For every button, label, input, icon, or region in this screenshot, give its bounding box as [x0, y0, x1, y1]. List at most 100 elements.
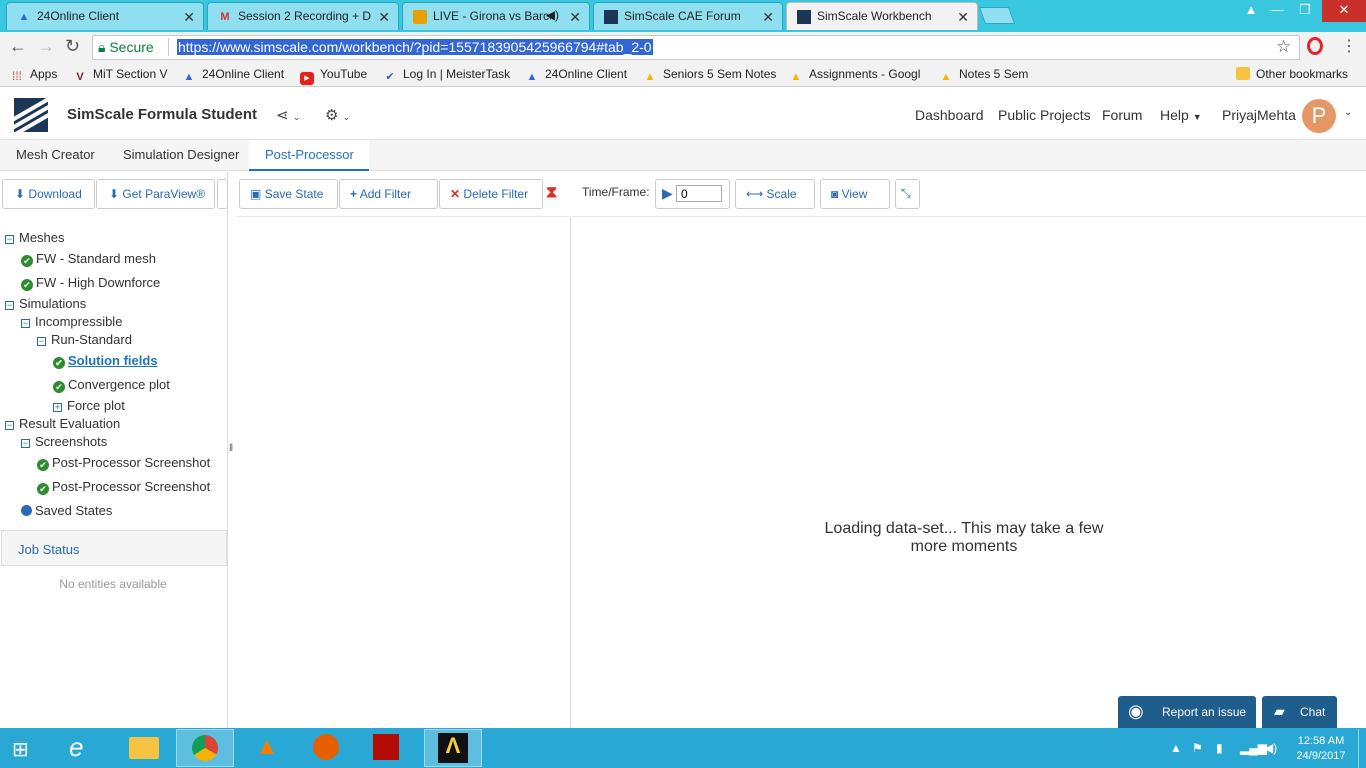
- tree-simulations[interactable]: − Simulations: [5, 296, 86, 311]
- bookmark-assignments[interactable]: ▲ Assignments - Googl: [789, 67, 926, 84]
- clear-filter-icon[interactable]: ⧗: [546, 184, 557, 202]
- opera-extension-icon[interactable]: [1307, 37, 1323, 55]
- share-icon[interactable]: ⋖ ⌄: [276, 106, 300, 124]
- browser-tab-workbench[interactable]: SimScale Workbench ✕: [786, 2, 978, 30]
- back-icon[interactable]: ←: [9, 36, 27, 57]
- chevron-down-icon[interactable]: ⌄: [1344, 107, 1352, 118]
- close-icon[interactable]: ✕: [183, 9, 195, 26]
- tree-screenshot-2[interactable]: ✔ Post-Processor Screenshot: [37, 479, 210, 495]
- browser-tab-forum[interactable]: SimScale CAE Forum ✕: [593, 2, 783, 30]
- tray-network-icon[interactable]: ▂▄▆: [1240, 741, 1267, 755]
- close-icon[interactable]: ✕: [762, 9, 774, 26]
- nav-dashboard[interactable]: Dashboard: [915, 107, 984, 123]
- tray-chevron-icon[interactable]: ▲: [1170, 741, 1182, 755]
- reset-camera-button[interactable]: ⤡: [895, 179, 920, 209]
- get-paraview-button[interactable]: ⬇ Get ParaView®: [96, 179, 215, 209]
- taskbar-vlc[interactable]: ▲: [238, 729, 296, 767]
- tray-battery-icon[interactable]: ▮: [1216, 741, 1223, 755]
- other-bookmarks[interactable]: Other bookmarks: [1236, 67, 1348, 81]
- tab-mesh-creator[interactable]: Mesh Creator: [16, 147, 95, 162]
- chat-button[interactable]: ▰ Chat: [1262, 696, 1337, 728]
- taskbar-explorer[interactable]: [116, 729, 174, 767]
- tray-volume-icon[interactable]: ◀): [1264, 741, 1277, 755]
- play-icon[interactable]: ▶: [662, 185, 673, 202]
- collapse-icon[interactable]: −: [5, 421, 14, 430]
- nav-public-projects[interactable]: Public Projects: [998, 107, 1091, 123]
- close-icon[interactable]: ✕: [957, 9, 969, 26]
- tree-screenshots[interactable]: − Screenshots: [21, 434, 107, 449]
- bookmark-24online[interactable]: ▲ 24Online Client: [182, 67, 285, 84]
- tree-meshes[interactable]: − Meshes: [5, 230, 65, 245]
- collapse-icon[interactable]: −: [5, 301, 14, 310]
- taskbar-firefox[interactable]: [298, 729, 356, 767]
- browser-tab-session[interactable]: M Session 2 Recording + D ✕: [207, 2, 399, 30]
- tab-post-processor[interactable]: Post-Processor: [249, 140, 369, 171]
- 3d-viewport[interactable]: [572, 216, 1366, 728]
- show-desktop-button[interactable]: [1358, 729, 1366, 768]
- job-status-header[interactable]: Job Status: [1, 530, 227, 566]
- collapse-icon[interactable]: −: [21, 439, 30, 448]
- delete-filter-button[interactable]: ✕ Delete Filter: [439, 179, 543, 209]
- bookmark-notes-5-sem[interactable]: ▲ Notes 5 Sem: [939, 67, 1029, 84]
- nav-help[interactable]: Help ▼: [1160, 107, 1202, 123]
- taskbar-clock[interactable]: 12:58 AM 24/9/2017: [1290, 734, 1352, 764]
- user-name[interactable]: PriyajMehta: [1222, 107, 1296, 123]
- tree-convergence-plot[interactable]: ✔ Convergence plot: [53, 377, 170, 393]
- minimize-icon[interactable]: —: [1262, 0, 1292, 22]
- tree-run-standard[interactable]: − Run-Standard: [37, 332, 132, 347]
- secure-indicator[interactable]: 🔒︎ Secure: [98, 39, 154, 56]
- view-button[interactable]: ◙ View: [820, 179, 890, 209]
- toolbar-overflow[interactable]: [217, 179, 228, 209]
- bookmark-apps[interactable]: ⁞⁞⁞ Apps: [10, 67, 57, 83]
- report-issue-button[interactable]: ◉ Report an issue: [1118, 696, 1256, 728]
- tree-incompressible[interactable]: − Incompressible: [21, 314, 122, 329]
- maximize-icon[interactable]: ❐: [1290, 0, 1320, 22]
- chat-bubble-icon: ▰: [1274, 703, 1285, 719]
- menu-dots-icon[interactable]: ⋮: [1341, 36, 1357, 56]
- tree-force-plot[interactable]: + Force plot: [53, 398, 125, 413]
- close-icon[interactable]: ✕: [378, 9, 390, 26]
- tab-simulation-designer[interactable]: Simulation Designer: [123, 147, 239, 162]
- windows-start-icon[interactable]: ⊞: [12, 737, 29, 762]
- browser-tab-24online[interactable]: ▲ 24Online Client ✕: [6, 2, 204, 30]
- bookmark-star-icon[interactable]: ☆: [1276, 37, 1291, 57]
- tree-solution-fields[interactable]: ✔ Solution fields: [53, 353, 158, 369]
- simscale-logo[interactable]: [14, 98, 48, 132]
- tree-mesh-high-downforce[interactable]: ✔ FW - High Downforce: [21, 275, 160, 291]
- taskbar-ie[interactable]: e: [56, 729, 114, 767]
- avatar[interactable]: P: [1302, 99, 1336, 133]
- save-state-button[interactable]: ▣ Save State: [239, 179, 338, 209]
- frame-input[interactable]: [676, 185, 722, 202]
- url-text[interactable]: https://www.simscale.com/workbench/?pid=…: [177, 39, 653, 55]
- forward-icon[interactable]: →: [37, 36, 55, 57]
- add-filter-button[interactable]: + Add Filter: [339, 179, 438, 209]
- tree-screenshot-1[interactable]: ✔ Post-Processor Screenshot: [37, 455, 210, 471]
- gear-icon[interactable]: ⚙ ⌄: [325, 106, 350, 124]
- tree-mesh-standard[interactable]: ✔ FW - Standard mesh: [21, 251, 156, 267]
- bookmark-youtube[interactable]: ▶ YouTube: [300, 67, 367, 85]
- tree-saved-states[interactable]: Saved States: [21, 503, 112, 518]
- bookmark-seniors-notes[interactable]: ▲ Seniors 5 Sem Notes: [643, 67, 777, 84]
- taskbar-chrome[interactable]: [176, 729, 234, 767]
- bookmark-mit[interactable]: V MiT Section V: [73, 67, 167, 84]
- panel-resize-handle[interactable]: ‖: [229, 443, 233, 454]
- collapse-icon[interactable]: −: [5, 235, 14, 244]
- collapse-icon[interactable]: −: [37, 337, 46, 346]
- bookmark-meistertask[interactable]: ✔ Log In | MeisterTask: [383, 67, 510, 84]
- expand-icon[interactable]: +: [53, 403, 62, 412]
- new-tab-button[interactable]: [978, 7, 1016, 24]
- nav-forum[interactable]: Forum: [1102, 107, 1142, 123]
- bookmark-24online-2[interactable]: ▲ 24Online Client: [525, 67, 628, 84]
- close-icon[interactable]: ✕: [569, 9, 581, 26]
- window-close-icon[interactable]: ✕: [1322, 0, 1366, 22]
- collapse-icon[interactable]: −: [21, 319, 30, 328]
- taskbar-app[interactable]: Λ: [424, 729, 482, 767]
- scale-button[interactable]: ⟷ Scale: [735, 179, 815, 209]
- reload-icon[interactable]: ↻: [65, 36, 80, 57]
- check-icon: ✔: [21, 255, 33, 267]
- tree-result-evaluation[interactable]: − Result Evaluation: [5, 416, 120, 431]
- download-button[interactable]: ⬇ Download: [2, 179, 95, 209]
- tray-flag-icon[interactable]: ⚑: [1192, 741, 1203, 755]
- browser-tab-live[interactable]: LIVE - Girona vs Barce ◀) ✕: [402, 2, 590, 30]
- taskbar-acrobat[interactable]: [358, 729, 416, 767]
